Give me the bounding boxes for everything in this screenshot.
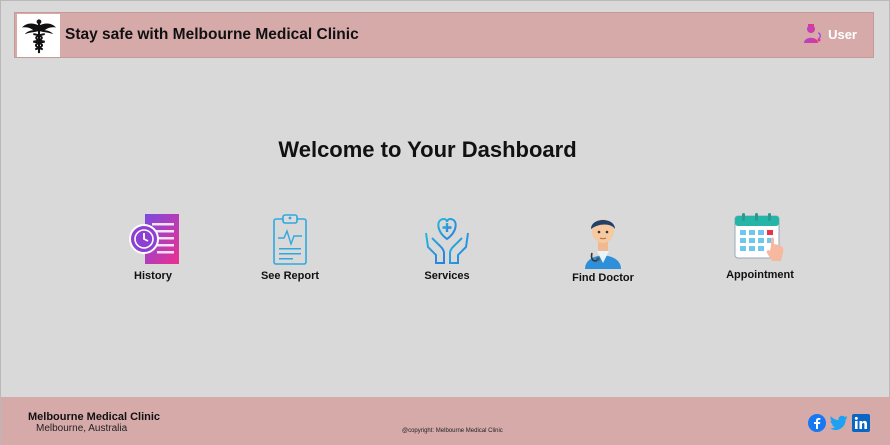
app-title: Stay safe with Melbourne Medical Clinic (65, 26, 359, 43)
tile-history-label: History (134, 270, 172, 282)
history-clock-icon (129, 214, 179, 264)
linkedin-icon (852, 414, 870, 432)
user-label: User (828, 26, 857, 42)
hands-heart-icon (425, 217, 469, 264)
tile-services[interactable]: Services (392, 213, 502, 282)
facebook-icon (808, 414, 826, 432)
tile-services-label: Services (424, 270, 470, 282)
header-bar: Stay safe with Melbourne Medical Clinic … (14, 12, 874, 58)
twitter-icon (830, 415, 848, 430)
social-links (808, 414, 870, 432)
tile-find-doctor-label: Find Doctor (572, 272, 634, 284)
footer-copyright: @copyright: Melbourne Medical Clinic (402, 428, 503, 434)
twitter-link[interactable] (830, 414, 848, 432)
tile-history[interactable]: History (98, 213, 208, 282)
user-menu[interactable]: User (802, 23, 857, 45)
doctor-avatar-icon (585, 219, 621, 269)
facebook-link[interactable] (808, 414, 826, 432)
welcome-heading: Welcome to Your Dashboard (278, 137, 577, 162)
tile-appointment[interactable]: Appointment (705, 212, 815, 281)
calendar-icon (734, 213, 784, 261)
clipboard-report-icon (273, 214, 307, 265)
doctor-user-icon (804, 24, 822, 43)
caduceus-icon (21, 18, 56, 53)
tile-find-doctor[interactable]: Find Doctor (548, 211, 658, 284)
linkedin-link[interactable] (852, 414, 870, 432)
footer-bar: Melbourne Medical Clinic Melbourne, Aust… (1, 397, 890, 445)
tile-see-report-label: See Report (260, 270, 320, 282)
tile-see-report[interactable]: See Report (235, 213, 345, 282)
footer-location: Melbourne, Australia (36, 423, 128, 434)
page: Stay safe with Melbourne Medical Clinic … (0, 0, 890, 445)
footer-clinic-name: Melbourne Medical Clinic (28, 411, 161, 423)
tile-appointment-label: Appointment (726, 269, 794, 281)
logo[interactable] (17, 14, 60, 57)
